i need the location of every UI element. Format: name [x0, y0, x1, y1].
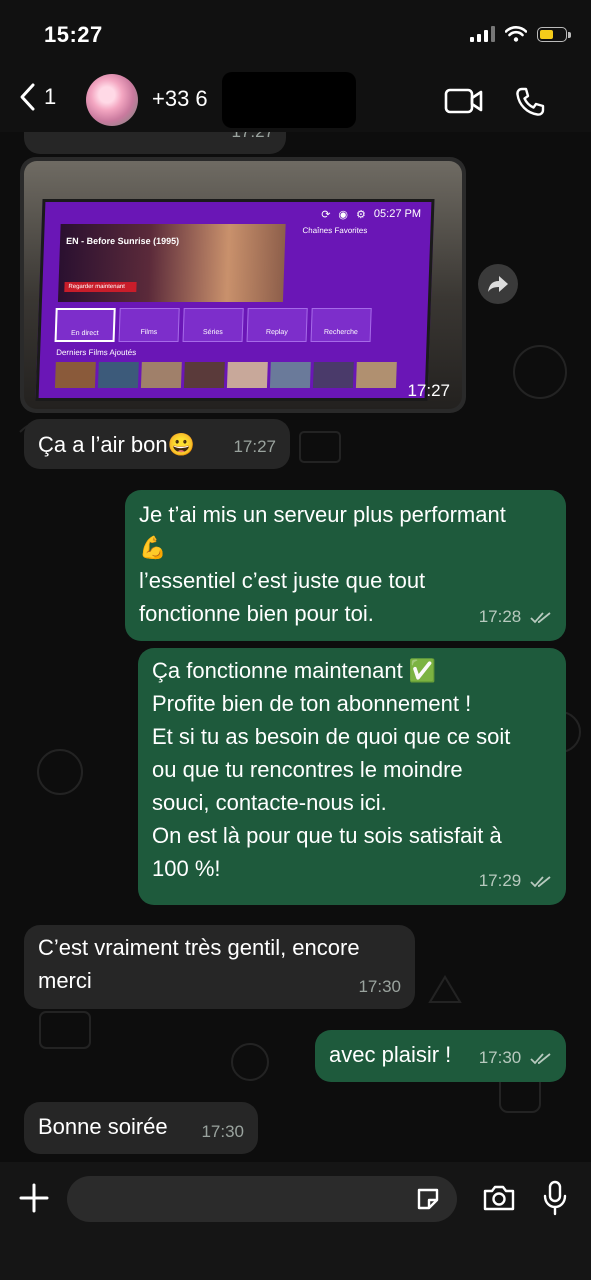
sticker-icon[interactable] — [415, 1186, 441, 1212]
message-meta: 17:28 — [479, 600, 552, 633]
settings-icon: ⚙ — [355, 209, 367, 221]
microphone-icon[interactable] — [542, 1180, 568, 1216]
tile-series: Séries — [182, 308, 244, 342]
message-line: C’est vraiment très gentil, encore — [38, 935, 360, 960]
double-check-icon — [530, 611, 551, 623]
double-check-icon — [530, 875, 551, 887]
tile-live: En direct — [54, 308, 116, 342]
message-time: 17:27 — [407, 381, 450, 400]
redaction-block — [222, 72, 356, 128]
message-time: 17:30 — [478, 1048, 522, 1067]
message-bubble[interactable]: Ça a l’air bon😀 17:27 — [24, 419, 290, 469]
message-line: Profite bien de ton abonnement ! — [152, 691, 472, 716]
film-thumbnails — [54, 362, 397, 388]
films-label: Derniers Films Ajoutés — [56, 348, 137, 357]
message-line: Et si tu as besoin de quoi que ce soit — [152, 724, 511, 749]
message-text: Ça a l’air bon😀 — [38, 432, 196, 457]
status-time: 15:27 — [44, 22, 103, 47]
message-text: Bonne soirée — [38, 1114, 168, 1139]
wifi-icon — [505, 26, 527, 42]
status-bar: 15:27 — [0, 0, 591, 70]
battery-icon — [537, 26, 571, 42]
message-time: 17:27 — [233, 437, 276, 456]
message-line: souci, contacte-nous ici. — [152, 790, 387, 815]
signal-icon — [470, 26, 495, 42]
refresh-icon: ⟳ — [320, 209, 331, 221]
plus-icon[interactable] — [18, 1182, 50, 1214]
message-line: ou que tu rencontres le moindre — [152, 757, 463, 782]
message-bubble[interactable]: Je t’ai mis un serveur plus performant 💪… — [125, 490, 566, 641]
message-line: Je t’ai mis un serveur plus performant — [139, 502, 506, 527]
composer-bar — [0, 1162, 591, 1280]
message-time: 17:27 — [231, 132, 274, 148]
message-bubble[interactable]: avec plaisir ! 17:30 — [315, 1030, 566, 1082]
profile-icon: ◉ — [338, 209, 349, 221]
message-bubble[interactable]: Ça fonctionne maintenant ✅ Profite bien … — [138, 648, 566, 905]
message-line: Ça fonctionne maintenant ✅ — [152, 658, 437, 683]
message-bubble[interactable]: C’est vraiment très gentil, encore merci… — [24, 925, 415, 1009]
message-time: 17:30 — [201, 1122, 244, 1141]
hero-button: Regarder maintenant — [64, 282, 137, 292]
status-icons — [470, 26, 571, 42]
contact-name[interactable]: +33 6 — [152, 86, 208, 112]
message-line: 💪 — [139, 535, 167, 560]
message-bubble[interactable]: Bonne soirée 17:30 — [24, 1102, 258, 1154]
message-time: 17:28 — [478, 607, 522, 626]
hero-title: EN - Before Sunrise (1995) — [65, 236, 180, 246]
message-line: merci — [38, 968, 92, 993]
message-meta: 17:29 — [479, 864, 552, 897]
unread-count: 1 — [44, 84, 57, 109]
video-call-icon[interactable] — [444, 86, 484, 116]
message-line: l’essentiel c’est juste que tout — [139, 568, 426, 593]
tv-screen: ⟳ ◉ ⚙ 05:27 PM EN - Before Sunrise (1995… — [35, 199, 435, 401]
message-input[interactable] — [67, 1176, 457, 1222]
message-time: 17:30 — [358, 977, 401, 996]
tile-replay: Replay — [246, 308, 308, 342]
forward-button[interactable] — [478, 264, 518, 304]
tv-time: 05:27 PM — [373, 208, 422, 220]
camera-icon[interactable] — [482, 1184, 516, 1212]
image-message[interactable]: ⟳ ◉ ⚙ 05:27 PM EN - Before Sunrise (1995… — [20, 157, 466, 413]
hero-banner: EN - Before Sunrise (1995) Regarder main… — [57, 224, 286, 302]
avatar[interactable] — [86, 74, 138, 126]
chat-header: 1 +33 6 — [0, 70, 591, 132]
back-button[interactable]: 1 — [18, 82, 56, 112]
double-check-icon — [530, 1052, 551, 1064]
forward-icon — [488, 276, 508, 292]
message-text: avec plaisir ! — [329, 1042, 452, 1067]
chat-area[interactable]: 17:27 ⟳ ◉ ⚙ 05:27 PM EN - Before Sunrise… — [0, 132, 591, 1162]
tv-menu: En direct Films Séries Replay Recherche — [54, 308, 372, 342]
favorites-label: Chaînes Favorites — [302, 226, 368, 235]
tile-films: Films — [118, 308, 180, 342]
photo[interactable]: ⟳ ◉ ⚙ 05:27 PM EN - Before Sunrise (1995… — [24, 161, 462, 409]
tile-search: Recherche — [310, 308, 372, 342]
message-line: On est là pour que tu sois satisfait à — [152, 823, 502, 848]
tv-status: ⟳ ◉ ⚙ 05:27 PM — [321, 208, 421, 221]
phone-icon[interactable] — [514, 86, 546, 118]
message-bubble[interactable]: 17:27 — [24, 132, 286, 154]
message-meta: 17:30 — [479, 1041, 552, 1074]
message-time: 17:29 — [478, 871, 522, 890]
chevron-left-icon — [20, 83, 35, 111]
